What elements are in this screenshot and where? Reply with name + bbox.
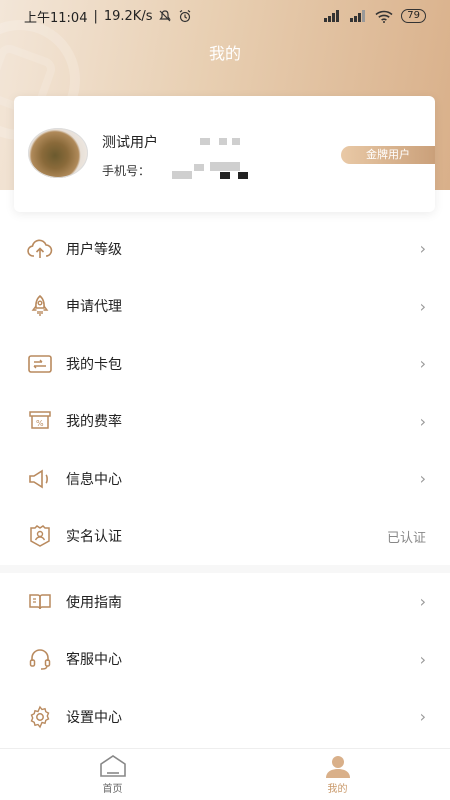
menu-label: 信息中心 [66,471,122,488]
rocket-icon [26,292,54,320]
percent-ticket-icon: % [26,407,54,435]
menu-item-real-name-auth[interactable]: 实名认证 已认证 [0,508,450,566]
menu-label: 申请代理 [66,299,122,316]
divider [0,565,450,573]
user-icon [325,756,350,778]
signal-icon [350,10,366,22]
status-time: 上午11:04 [24,10,88,26]
chevron-right-icon: › [419,592,426,612]
wallet-icon [26,350,54,378]
verified-status: 已认证 [386,530,426,546]
menu-item-card-wallet[interactable]: 我的卡包 › [0,335,450,393]
status-bar: 上午11:04 | 19.2K/s 79 [0,0,450,32]
menu-item-my-rate[interactable]: % 我的费率 › [0,393,450,451]
chevron-right-icon: › [419,649,426,669]
chevron-right-icon: › [419,707,426,727]
menu-label: 使用指南 [66,594,122,611]
redacted-block [194,164,204,171]
menu-item-user-guide[interactable]: 使用指南 › [0,573,450,631]
menu-item-message-center[interactable]: 信息中心 › [0,450,450,508]
chevron-right-icon: › [419,296,426,316]
network-speed: 19.2K/s [103,8,153,24]
redacted-block [210,162,240,171]
menu-label: 设置中心 [66,709,122,726]
menu-item-customer-service[interactable]: 客服中心 › [0,631,450,689]
tab-label: 我的 [327,784,348,795]
redacted-block [238,172,248,179]
chevron-right-icon: › [419,239,426,259]
menu-item-apply-agent[interactable]: 申请代理 › [0,278,450,336]
redacted-block [200,138,210,145]
cloud-upload-icon [26,235,54,263]
chevron-right-icon: › [419,411,426,431]
redacted-block [232,138,240,145]
vip-badge: 金牌用户 [341,146,435,164]
chevron-right-icon: › [419,469,426,489]
megaphone-icon [26,465,54,493]
tab-mine[interactable]: 我的 [225,749,450,800]
menu-label: 客服中心 [66,652,122,669]
chevron-right-icon: › [419,354,426,374]
svg-text:%: % [36,419,44,428]
menu-list: 用户等级 › 申请代理 › 我的卡包 › % 我的费率 › 信息中心 › 实名认… [0,220,450,746]
home-icon [99,755,126,777]
user-name: 测试用户 [102,135,158,151]
gear-icon [26,703,54,731]
wifi-icon [375,10,393,23]
page-title: 我的 [208,44,241,63]
menu-item-user-level[interactable]: 用户等级 › [0,220,450,278]
menu-label: 用户等级 [66,241,122,258]
menu-label: 我的卡包 [66,356,122,373]
phone-label: 手机号： [102,164,151,178]
redacted-block [220,172,230,179]
menu-item-settings[interactable]: 设置中心 › [0,688,450,746]
book-icon [26,588,54,616]
redacted-block [219,138,227,145]
signal-icon [324,10,340,22]
profile-card[interactable]: 测试用户 手机号： 金牌用户 [14,96,435,212]
bottom-tab-bar: 首页 我的 [0,748,450,800]
tab-label: 首页 [102,784,123,795]
menu-label: 实名认证 [66,529,122,546]
mute-icon [159,10,172,22]
alarm-icon [180,10,191,23]
id-badge-icon [26,522,54,550]
menu-label: 我的费率 [66,414,122,431]
headset-icon [26,645,54,673]
avatar[interactable] [28,128,88,178]
battery-indicator: 79 [401,9,426,23]
redacted-block [172,171,192,179]
tab-home[interactable]: 首页 [0,749,225,800]
